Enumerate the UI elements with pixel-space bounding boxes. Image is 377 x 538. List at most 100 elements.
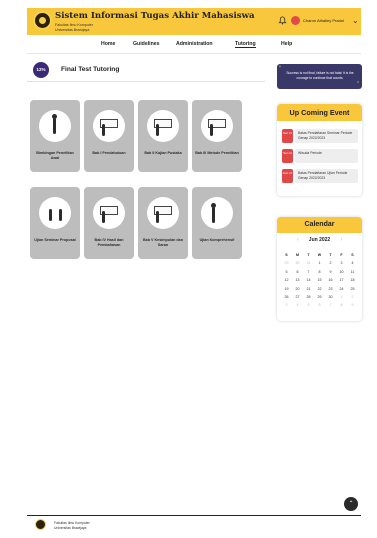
calendar-day[interactable]: 30: [292, 259, 303, 267]
event-item[interactable]: Sel 14 Wisuda Periode: [282, 149, 358, 163]
page: Sistem Informasi Tugas Akhir Mahasiswa F…: [0, 0, 377, 538]
calendar-day[interactable]: 3: [281, 301, 292, 309]
tutoring-tile[interactable]: Bab III Metode Penelitian: [192, 100, 242, 172]
calendar-day[interactable]: 15: [314, 276, 325, 284]
calendar-day[interactable]: 18: [347, 276, 358, 284]
quote-card: “ Success is not final, failure is not f…: [277, 64, 362, 89]
upcoming-events: Up Coming Event Sen 11 Batas Pendaftaran…: [277, 104, 362, 196]
event-date: Sen 11: [282, 129, 293, 143]
chevron-down-icon[interactable]: ⌄: [352, 16, 359, 25]
nav-item-home[interactable]: Home: [101, 41, 115, 47]
events-title: Up Coming Event: [277, 104, 362, 121]
calendar-day[interactable]: 13: [292, 276, 303, 284]
quote-text: Success is not final, failure is not fat…: [286, 71, 354, 80]
nav-item-administration[interactable]: Administration: [176, 41, 213, 47]
course-header: 12% Final Test Tutoring: [27, 60, 265, 82]
calendar-day[interactable]: 21: [303, 285, 314, 293]
event-date: Sel 14: [282, 149, 293, 163]
tutoring-tile[interactable]: Ujian Komprehensif: [192, 187, 242, 259]
calendar-day[interactable]: 16: [325, 276, 336, 284]
faculty-name: Fakultas Ilmu Komputer: [55, 23, 93, 27]
calendar-day[interactable]: 26: [281, 293, 292, 301]
calendar-day-header: M: [296, 253, 299, 257]
calendar-day[interactable]: 11: [347, 268, 358, 276]
calendar-day[interactable]: 3: [336, 259, 347, 267]
calendar-day[interactable]: 29: [281, 259, 292, 267]
calendar-day[interactable]: 1: [336, 293, 347, 301]
calendar-day[interactable]: 4: [347, 259, 358, 267]
chevron-right-icon[interactable]: ›: [340, 237, 342, 243]
university-name: Universitas Brawijaya: [55, 28, 90, 32]
calendar-day-header: S: [285, 253, 288, 257]
quote-close-icon: ”: [357, 82, 359, 88]
event-text: Batas Pendaftaran Seminar Periode Genap …: [295, 129, 358, 143]
tutoring-tile[interactable]: Bab I Pendahuluan: [84, 100, 134, 172]
calendar-day[interactable]: 14: [303, 276, 314, 284]
calendar-day[interactable]: 1: [314, 259, 325, 267]
calendar-day[interactable]: 9: [325, 268, 336, 276]
calendar-day-header: T: [329, 253, 332, 257]
avatar[interactable]: [291, 16, 300, 25]
calendar-title: Calendar: [277, 217, 362, 233]
calendar-day[interactable]: 2: [347, 293, 358, 301]
calendar-day[interactable]: 9: [347, 301, 358, 309]
tile-label: Bab V Kesimpulan dan Saran: [143, 238, 183, 247]
calendar-day[interactable]: 22: [314, 285, 325, 293]
calendar-day[interactable]: 29: [314, 293, 325, 301]
calendar-day[interactable]: 5: [281, 268, 292, 276]
calendar-day[interactable]: 28: [303, 293, 314, 301]
calendar-day[interactable]: 6: [292, 268, 303, 276]
tile-label: Bab I Pendahuluan: [92, 151, 126, 155]
calendar-day[interactable]: 10: [336, 268, 347, 276]
calendar-day[interactable]: 4: [292, 301, 303, 309]
app-title: Sistem Informasi Tugas Akhir Mahasiswa: [55, 11, 255, 21]
calendar-grid: S M T W T F S 29 30 31 1 2 3 4 5 6 7 8 9 10 11 12 13 14 15 16 17 18…: [281, 251, 358, 310]
tutoring-tile[interactable]: Bab IV Hasil dan Pembahasan: [84, 187, 134, 259]
event-item[interactable]: Sen 11 Batas Pendaftaran Seminar Periode…: [282, 129, 358, 143]
calendar-day[interactable]: 19: [281, 285, 292, 293]
calendar-day[interactable]: 12: [281, 276, 292, 284]
calendar-day[interactable]: 7: [325, 301, 336, 309]
calendar-day[interactable]: 24: [336, 285, 347, 293]
nav-item-tutoring[interactable]: Tutoring: [235, 41, 256, 48]
nav-item-guidelines[interactable]: Guidelines: [133, 41, 160, 47]
calendar-day[interactable]: 8: [336, 301, 347, 309]
calendar-day[interactable]: 30: [325, 293, 336, 301]
calendar-day[interactable]: 20: [292, 285, 303, 293]
calendar-day-header: S: [351, 253, 354, 257]
event-item[interactable]: Jum 17 Batas Pendaftaran Ujian Periode G…: [282, 169, 358, 183]
calendar-day[interactable]: 8: [314, 268, 325, 276]
illustration-icon: [93, 197, 125, 229]
tile-label: Ujian Komprehensif: [199, 238, 235, 242]
calendar-day[interactable]: 5: [303, 301, 314, 309]
calendar-day[interactable]: 25: [347, 285, 358, 293]
illustration-icon: [201, 197, 233, 229]
calendar-day-header: F: [340, 253, 343, 257]
tutoring-tile[interactable]: Bab II Kajian Pustaka: [138, 100, 188, 172]
calendar-day[interactable]: 7: [303, 268, 314, 276]
tutoring-tile[interactable]: Bab V Kesimpulan dan Saran: [138, 187, 188, 259]
bell-icon[interactable]: [278, 16, 287, 25]
calendar-day[interactable]: 31: [303, 259, 314, 267]
calendar-day[interactable]: 2: [325, 259, 336, 267]
tile-label: Bimbingan Penelitian Awal: [36, 151, 74, 160]
tile-label: Bab III Metode Penelitian: [195, 151, 239, 155]
footer-university: Universitas Brawijaya: [54, 526, 87, 530]
illustration-icon: [93, 110, 125, 142]
university-logo[interactable]: [33, 11, 52, 30]
user-name[interactable]: Charon Athalley Pradol: [303, 18, 344, 23]
calendar-day[interactable]: 27: [292, 293, 303, 301]
course-title: Final Test Tutoring: [61, 66, 120, 73]
tutoring-tile[interactable]: Ujian Seminar Proposal: [30, 187, 80, 259]
quote-open-icon: “: [279, 66, 281, 72]
scroll-top-button[interactable]: ⌃: [344, 497, 358, 511]
footer-divider: [27, 515, 361, 516]
event-text: Wisuda Periode: [295, 149, 358, 163]
illustration-icon: [39, 110, 71, 142]
calendar-day[interactable]: 23: [325, 285, 336, 293]
illustration-icon: [39, 197, 71, 229]
tutoring-tile[interactable]: Bimbingan Penelitian Awal: [30, 100, 80, 172]
calendar-day[interactable]: 6: [314, 301, 325, 309]
calendar-day[interactable]: 17: [336, 276, 347, 284]
nav-item-help[interactable]: Help: [281, 41, 292, 47]
